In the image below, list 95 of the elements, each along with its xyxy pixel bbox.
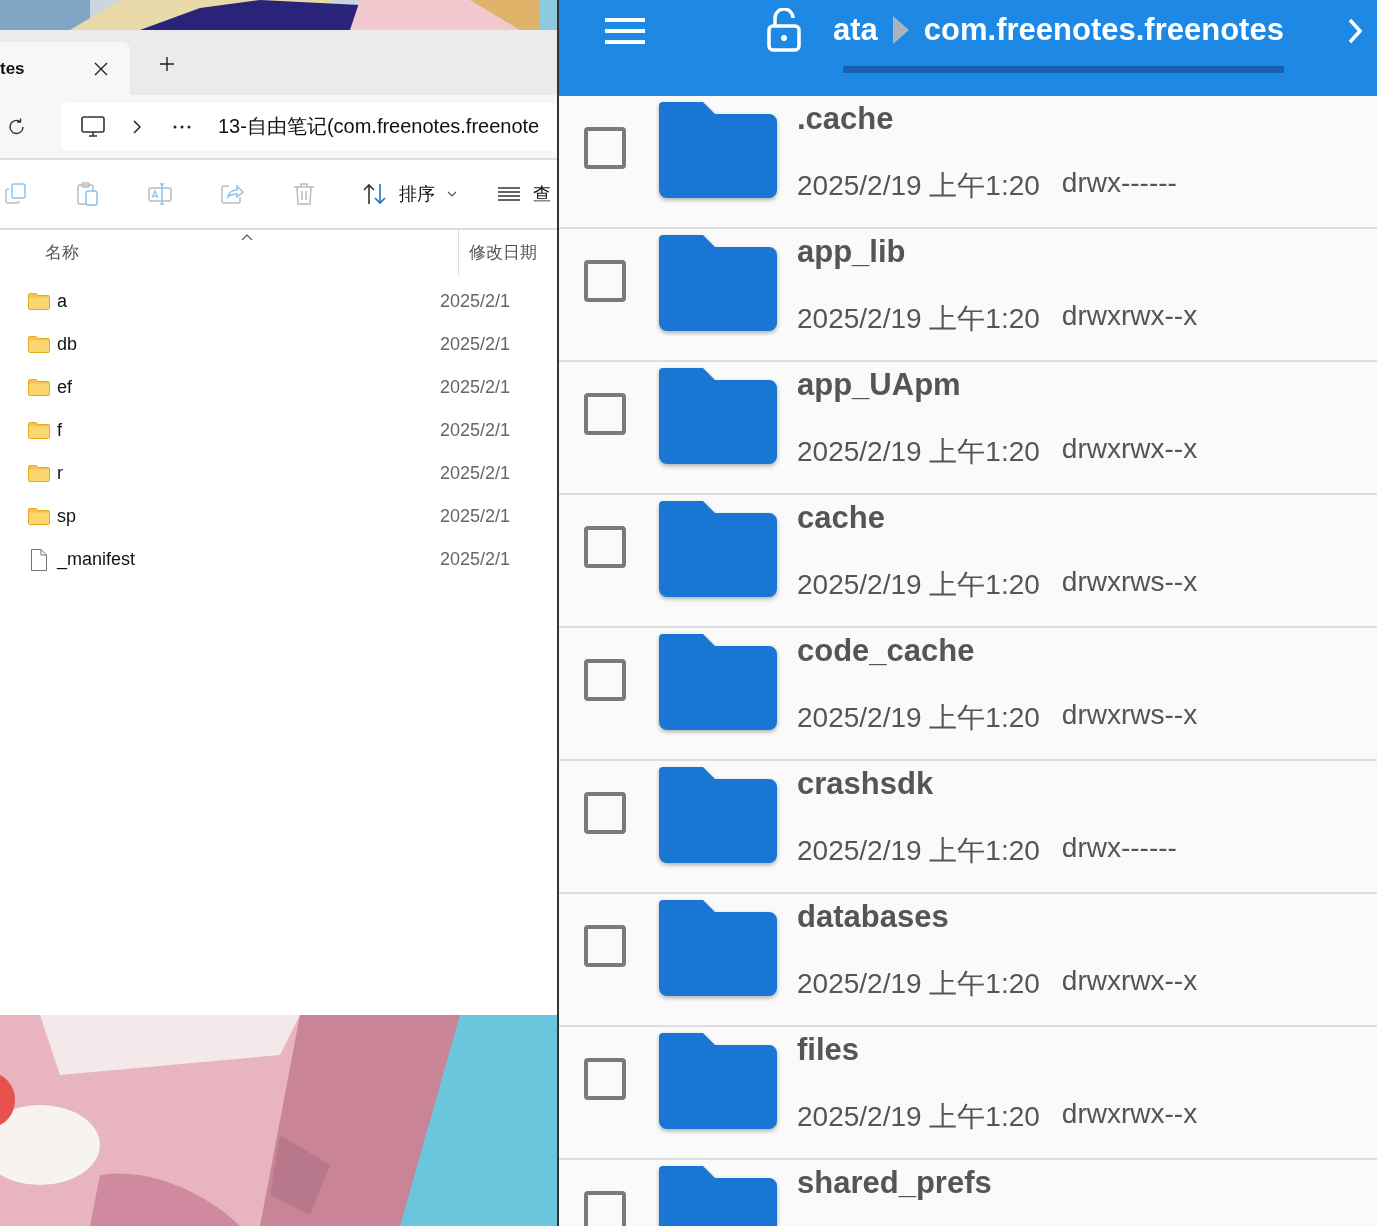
caret-icon — [447, 191, 457, 197]
folder-name: shared_prefs — [797, 1165, 992, 1201]
folder-name: app_UApm — [797, 367, 962, 403]
modified-date: 2025/2/19 上午1:20 — [797, 834, 1040, 868]
list-item[interactable]: crashsdk 2025/2/19 上午1:20 drwx------ — [559, 761, 1377, 894]
breadcrumb-item[interactable]: com.freenotes.freenotes — [923, 12, 1284, 48]
file-icon — [28, 548, 50, 571]
folder-icon — [28, 336, 50, 353]
checkbox[interactable] — [584, 393, 626, 435]
modified-date: 2025/2/19 上午1:20 — [797, 302, 1040, 336]
list-item[interactable]: code_cache 2025/2/19 上午1:20 drwxrws--x — [559, 628, 1377, 761]
tab-title: tes — [0, 58, 25, 79]
checkbox[interactable] — [584, 659, 626, 701]
file-name[interactable]: db — [57, 334, 440, 355]
list-item[interactable]: shared_prefs — [559, 1160, 1377, 1226]
checkbox[interactable] — [584, 127, 626, 169]
folder-name: code_cache — [797, 633, 976, 669]
folder-icon — [28, 422, 50, 439]
file-name[interactable]: ef — [57, 377, 440, 398]
unlocked-lock-icon[interactable] — [767, 8, 801, 52]
list-item[interactable]: app_lib 2025/2/19 上午1:20 drwxrwx--x — [559, 229, 1377, 362]
list-item[interactable]: app_UApm 2025/2/19 上午1:20 drwxrwx--x — [559, 362, 1377, 495]
checkbox[interactable] — [584, 1191, 626, 1226]
list-item[interactable]: cache 2025/2/19 上午1:20 drwxrws--x — [559, 495, 1377, 628]
breadcrumb-item[interactable]: ata — [833, 12, 878, 48]
folder-icon — [659, 102, 777, 198]
modified-date: 2025/2/1 — [440, 291, 511, 312]
modified-date: 2025/2/19 上午1:20 — [797, 169, 1040, 203]
menu-icon[interactable] — [605, 17, 645, 45]
view-button[interactable]: 查 — [497, 182, 551, 206]
file-name[interactable]: f — [57, 420, 440, 441]
folder-icon — [28, 465, 50, 482]
file-name[interactable]: sp — [57, 506, 440, 527]
list-item[interactable]: databases 2025/2/19 上午1:20 drwxrwx--x — [559, 894, 1377, 1027]
file-name[interactable]: _manifest — [57, 549, 440, 570]
sort-button[interactable]: 排序 — [363, 182, 457, 206]
modified-date: 2025/2/1 — [440, 506, 511, 527]
list-icon — [497, 186, 521, 202]
monitor-icon[interactable] — [81, 115, 105, 138]
refresh-icon[interactable] — [7, 116, 27, 137]
address-text: 13-自由笔记(com.freenotes.freenote — [218, 114, 540, 139]
modified-date: 2025/2/19 上午1:20 — [797, 967, 1040, 1001]
chevron-icon[interactable] — [133, 119, 141, 134]
close-icon[interactable] — [94, 61, 108, 76]
folder-icon — [28, 508, 50, 525]
folder-name: .cache — [797, 101, 895, 137]
column-header[interactable]: 名称 — [45, 241, 79, 264]
checkbox[interactable] — [584, 260, 626, 302]
modified-date: 2025/2/1 — [440, 377, 511, 398]
folder-icon — [659, 501, 777, 597]
file-name[interactable]: a — [57, 291, 440, 312]
permissions: drwxrwx--x — [1061, 1098, 1198, 1131]
folder-name: crashsdk — [797, 766, 935, 802]
folder-icon — [659, 368, 777, 464]
file-name[interactable]: r — [57, 463, 440, 484]
permissions: drwxrwx--x — [1061, 965, 1198, 998]
address-field[interactable]: 13-自由笔记(com.freenotes.freenote — [61, 102, 557, 151]
folder-name: cache — [797, 500, 886, 536]
column-header[interactable]: 修改日期 — [469, 241, 537, 264]
folder-name: databases — [797, 899, 950, 935]
modified-date: 2025/2/19 上午1:20 — [797, 568, 1040, 602]
modified-date: 2025/2/19 上午1:20 — [797, 1100, 1040, 1134]
plus-icon[interactable] — [159, 56, 175, 72]
checkbox[interactable] — [584, 792, 626, 834]
folder-icon — [28, 293, 50, 310]
folder-icon — [28, 379, 50, 396]
folder-icon — [659, 235, 777, 331]
sort-icon — [363, 183, 387, 205]
checkbox[interactable] — [584, 1058, 626, 1100]
permissions: drwxrws--x — [1061, 566, 1198, 599]
permissions: drwx------ — [1061, 832, 1177, 865]
modified-date: 2025/2/1 — [440, 420, 511, 441]
folder-icon — [659, 1033, 777, 1129]
folder-icon — [659, 634, 777, 730]
checkbox[interactable] — [584, 526, 626, 568]
list-item[interactable]: .cache 2025/2/19 上午1:20 drwx------ — [559, 96, 1377, 229]
modified-date: 2025/2/19 上午1:20 — [797, 435, 1040, 469]
triangle-icon — [891, 15, 910, 45]
caret-icon — [241, 234, 253, 241]
permissions: drwxrwx--x — [1061, 300, 1198, 333]
tab[interactable]: tes — [0, 42, 130, 95]
permissions: drwxrws--x — [1061, 699, 1198, 732]
folder-icon — [659, 767, 777, 863]
modified-date: 2025/2/1 — [440, 463, 511, 484]
permissions: drwx------ — [1061, 167, 1177, 200]
modified-date: 2025/2/1 — [440, 549, 511, 570]
modified-date: 2025/2/1 — [440, 334, 511, 355]
list-item[interactable]: files 2025/2/19 上午1:20 drwxrwx--x — [559, 1027, 1377, 1160]
folder-name: app_lib — [797, 234, 907, 270]
folder-name: files — [797, 1032, 861, 1068]
more-icon[interactable] — [173, 124, 191, 129]
permissions: drwxrwx--x — [1061, 433, 1198, 466]
checkbox[interactable] — [584, 925, 626, 967]
modified-date: 2025/2/19 上午1:20 — [797, 701, 1040, 735]
folder-icon — [659, 900, 777, 996]
